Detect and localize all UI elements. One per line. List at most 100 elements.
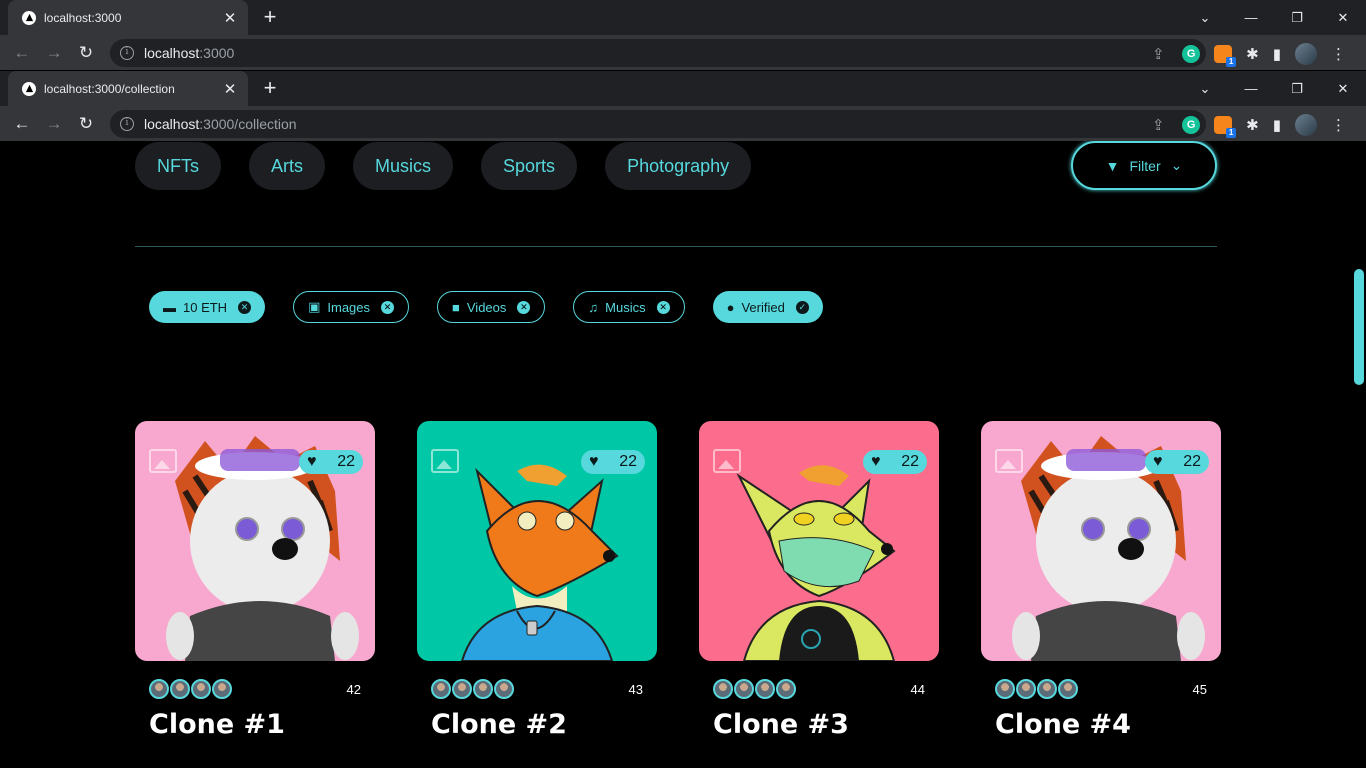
address-bar[interactable]: i localhost:3000 [110, 39, 1206, 67]
browser-toolbar: ← → ↻ i localhost:3000 ⇪ ☆ G 1 ✱ ▮ ⋮ [0, 35, 1366, 70]
music-note-icon: ♫ [588, 299, 599, 315]
browser-tab[interactable]: localhost:3000/collection ✕ [8, 71, 248, 106]
like-badge[interactable]: ♥ 22 [581, 450, 645, 474]
back-icon[interactable]: ← [6, 43, 38, 63]
remove-chip-icon[interactable]: ✕ [381, 300, 395, 314]
avatar[interactable] [191, 679, 211, 699]
minimize-icon[interactable]: — [1228, 10, 1274, 25]
remove-chip-icon[interactable]: ✕ [656, 300, 670, 314]
verified-check-icon[interactable]: ✓ [795, 300, 809, 314]
share-icon[interactable]: ⇪ [1152, 116, 1165, 134]
avatar[interactable] [170, 679, 190, 699]
page-scrollbar[interactable] [1352, 141, 1366, 768]
new-tab-icon[interactable]: + [258, 77, 282, 99]
nft-card-grid: ♥ 22 42 Clone #1 ♥ 22 43 Clone #2 ♥ 22 4… [135, 421, 1221, 740]
site-info-icon[interactable]: i [120, 46, 134, 60]
chip-musics[interactable]: ♫ Musics ✕ [573, 291, 685, 323]
grammarly-extension-icon[interactable]: G [1182, 45, 1201, 63]
category-arts[interactable]: Arts [249, 142, 326, 190]
menu-dots-icon[interactable]: ⋮ [1331, 116, 1346, 134]
metamask-extension-icon[interactable]: 1 [1214, 116, 1237, 138]
browser-tab[interactable]: localhost:3000 ✕ [8, 0, 248, 35]
avatar[interactable] [452, 679, 472, 699]
avatar[interactable] [734, 679, 754, 699]
reload-icon[interactable]: ↻ [70, 43, 102, 63]
tab-search-icon[interactable]: ⌄ [1182, 81, 1228, 97]
nft-title[interactable]: Clone #1 [135, 709, 375, 740]
avatar[interactable] [1037, 679, 1057, 699]
nft-card[interactable]: ♥ 22 43 Clone #2 [417, 421, 657, 740]
forward-icon[interactable]: → [38, 43, 70, 63]
nft-title[interactable]: Clone #2 [417, 709, 657, 740]
profile-avatar[interactable] [1295, 43, 1317, 65]
chip-verified[interactable]: ● Verified ✓ [712, 291, 823, 323]
address-bar[interactable]: i localhost:3000/collection [110, 110, 1206, 138]
category-musics[interactable]: Musics [353, 142, 454, 190]
nft-image[interactable]: ♥ 22 [417, 421, 657, 661]
avatar[interactable] [494, 679, 514, 699]
minimize-icon[interactable]: — [1228, 81, 1274, 96]
nft-card[interactable]: ♥ 22 44 Clone #3 [699, 421, 939, 740]
new-tab-icon[interactable]: + [258, 6, 282, 28]
tab-search-icon[interactable]: ⌄ [1182, 10, 1228, 26]
extensions-puzzle-icon[interactable]: ✱ [1246, 45, 1259, 63]
divider [135, 246, 1217, 247]
category-photography[interactable]: Photography [605, 142, 752, 190]
side-panel-icon[interactable]: ▮ [1273, 45, 1281, 63]
chevron-down-icon: ⌄ [1170, 157, 1183, 173]
restore-icon[interactable]: ❐ [1274, 10, 1320, 26]
category-sports[interactable]: Sports [481, 142, 578, 190]
nft-card[interactable]: ♥ 22 42 Clone #1 [135, 421, 375, 740]
close-tab-icon[interactable]: ✕ [222, 9, 238, 27]
side-panel-icon[interactable]: ▮ [1273, 116, 1281, 134]
avatar[interactable] [431, 679, 451, 699]
close-tab-icon[interactable]: ✕ [222, 80, 238, 98]
avatar[interactable] [755, 679, 775, 699]
profile-avatar[interactable] [1295, 114, 1317, 136]
filter-button[interactable]: ▼ Filter ⌄ [1071, 141, 1217, 190]
funnel-icon: ▼ [1105, 157, 1120, 174]
chip-price[interactable]: ▬ 10 ETH ✕ [149, 291, 266, 323]
like-badge[interactable]: ♥ 22 [299, 450, 363, 474]
avatar[interactable] [473, 679, 493, 699]
avatar[interactable] [1058, 679, 1078, 699]
nft-image[interactable]: ♥ 22 [699, 421, 939, 661]
remove-chip-icon[interactable]: ✕ [238, 300, 252, 314]
avatar[interactable] [212, 679, 232, 699]
nft-title[interactable]: Clone #3 [699, 709, 939, 740]
forward-icon[interactable]: → [38, 114, 70, 134]
grammarly-extension-icon[interactable]: G [1182, 116, 1201, 134]
remove-chip-icon[interactable]: ✕ [517, 300, 531, 314]
extensions-puzzle-icon[interactable]: ✱ [1246, 116, 1259, 134]
menu-dots-icon[interactable]: ⋮ [1331, 45, 1346, 63]
back-icon[interactable]: ← [6, 114, 38, 134]
like-badge[interactable]: ♥ 22 [1145, 450, 1209, 474]
nft-image[interactable]: ♥ 22 [981, 421, 1221, 661]
site-info-icon[interactable]: i [120, 117, 134, 131]
nft-card[interactable]: ♥ 22 45 Clone #4 [981, 421, 1221, 740]
avatar[interactable] [776, 679, 796, 699]
avatar[interactable] [1016, 679, 1036, 699]
like-count: 22 [337, 453, 355, 470]
nft-image[interactable]: ♥ 22 [135, 421, 375, 661]
user-icon: ● [726, 299, 735, 315]
close-window-icon[interactable]: ✕ [1320, 10, 1366, 26]
avatar[interactable] [713, 679, 733, 699]
card-meta: 43 [417, 679, 657, 699]
chip-images[interactable]: ▣ Images ✕ [293, 291, 410, 323]
chip-label: Musics [605, 299, 646, 315]
reload-icon[interactable]: ↻ [70, 114, 102, 134]
like-badge[interactable]: ♥ 22 [863, 450, 927, 474]
scrollbar-thumb[interactable] [1354, 269, 1364, 385]
avatar[interactable] [995, 679, 1015, 699]
metamask-extension-icon[interactable]: 1 [1214, 45, 1237, 67]
category-nfts[interactable]: NFTs [135, 142, 221, 190]
restore-icon[interactable]: ❐ [1274, 81, 1320, 97]
close-window-icon[interactable]: ✕ [1320, 81, 1366, 97]
nft-title[interactable]: Clone #4 [981, 709, 1221, 740]
chip-videos[interactable]: ■ Videos ✕ [437, 291, 546, 323]
chip-label: Verified [741, 299, 785, 315]
share-icon[interactable]: ⇪ [1152, 45, 1165, 63]
wallet-icon: ▬ [163, 299, 176, 315]
avatar[interactable] [149, 679, 169, 699]
